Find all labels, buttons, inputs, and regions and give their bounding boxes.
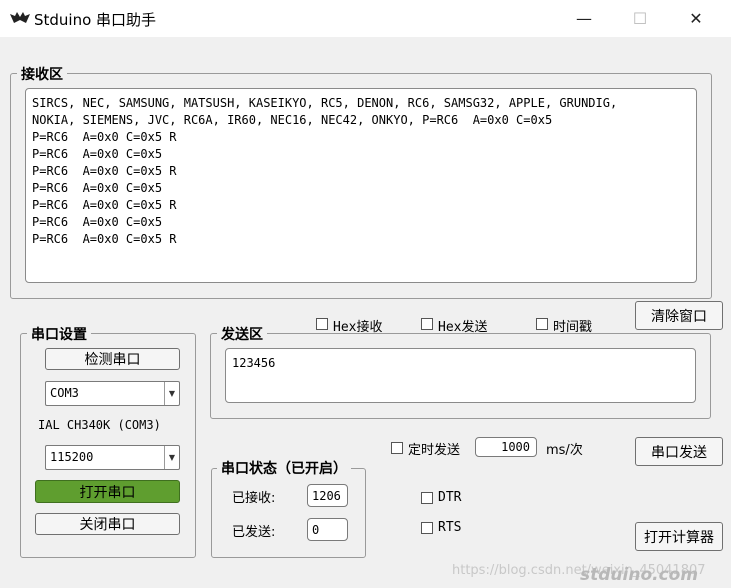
app-logo-icon: [9, 10, 31, 26]
minimize-button[interactable]: —: [561, 0, 607, 37]
received-label: 已接收:: [232, 491, 276, 506]
sent-label: 已发送:: [232, 525, 276, 540]
interval-unit: ms/次: [546, 443, 583, 458]
hex-receive-checkbox[interactable]: [316, 318, 328, 330]
interval-input[interactable]: 1000: [475, 437, 537, 457]
maximize-button[interactable]: ☐: [617, 0, 663, 37]
receive-line: P=RC6 A=0x0 C=0x5 R: [32, 198, 177, 212]
title-bar: Stduino 串口助手 — ☐ ✕: [0, 0, 731, 37]
send-text: 123456: [232, 356, 276, 370]
receive-line: P=RC6 A=0x0 C=0x5: [32, 147, 163, 161]
receive-line: NOKIA, SIEMENS, JVC, RC6A, IR60, NEC16, …: [32, 113, 553, 127]
dtr-label: DTR: [438, 490, 462, 505]
baud-value: 115200: [50, 450, 94, 464]
close-port-button[interactable]: 关闭串口: [35, 513, 180, 535]
serial-send-button[interactable]: 串口发送: [635, 437, 723, 466]
device-label: IAL CH340K (COM3): [38, 418, 161, 432]
receive-line: P=RC6 A=0x0 C=0x5: [32, 181, 163, 195]
send-textarea[interactable]: 123456: [225, 348, 696, 403]
hex-send-checkbox[interactable]: [421, 318, 433, 330]
timed-send-label: 定时发送: [408, 443, 461, 458]
sent-count: 0: [307, 518, 348, 541]
close-button[interactable]: ✕: [673, 0, 719, 37]
timestamp-checkbox[interactable]: [536, 318, 548, 330]
send-group-title: 发送区: [217, 324, 267, 344]
receive-group-title: 接收区: [17, 64, 67, 84]
receive-line: P=RC6 A=0x0 C=0x5 R: [32, 130, 177, 144]
chevron-down-icon[interactable]: ▼: [164, 382, 179, 405]
open-calculator-button[interactable]: 打开计算器: [635, 522, 723, 551]
window-title: Stduino 串口助手: [34, 11, 157, 29]
chevron-down-icon[interactable]: ▼: [164, 446, 179, 469]
baud-select[interactable]: 115200 ▼: [45, 445, 180, 470]
receive-line: P=RC6 A=0x0 C=0x5: [32, 215, 163, 229]
open-port-button[interactable]: 打开串口: [35, 480, 180, 503]
port-value: COM3: [50, 386, 79, 400]
status-group-title: 串口状态（已开启）: [217, 458, 351, 478]
receive-line: SIRCS, NEC, SAMSUNG, MATSUSH, KASEIKYO, …: [32, 96, 618, 110]
detect-port-button[interactable]: 检测串口: [45, 348, 180, 370]
received-count: 1206: [307, 484, 348, 507]
port-select[interactable]: COM3 ▼: [45, 381, 180, 406]
receive-line: P=RC6 A=0x0 C=0x5 R: [32, 164, 177, 178]
rts-label: RTS: [438, 520, 462, 535]
receive-line: P=RC6 A=0x0 C=0x5 R: [32, 232, 177, 246]
clear-window-button[interactable]: 清除窗口: [635, 301, 723, 330]
rts-checkbox[interactable]: [421, 522, 433, 534]
dtr-checkbox[interactable]: [421, 492, 433, 504]
receive-textarea[interactable]: SIRCS, NEC, SAMSUNG, MATSUSH, KASEIKYO, …: [25, 88, 697, 283]
receive-content: SIRCS, NEC, SAMSUNG, MATSUSH, KASEIKYO, …: [32, 95, 617, 248]
watermark-logo: stduino.com: [580, 565, 699, 585]
status-group: [211, 468, 366, 558]
timed-send-checkbox[interactable]: [391, 442, 403, 454]
serial-settings-title: 串口设置: [27, 324, 91, 344]
